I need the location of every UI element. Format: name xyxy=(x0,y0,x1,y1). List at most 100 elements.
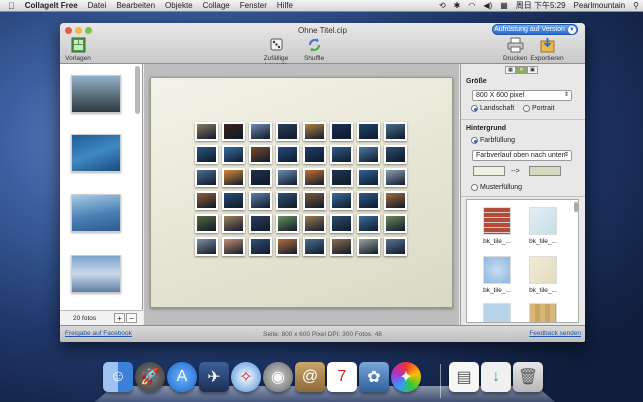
tab-layout-icon[interactable]: ▦ xyxy=(505,66,516,74)
collage-photo[interactable] xyxy=(357,214,380,233)
start-color-well[interactable] xyxy=(473,166,505,176)
app-store-icon[interactable]: A xyxy=(167,362,197,392)
collage-photo[interactable] xyxy=(303,122,326,141)
sidebar-scrollbar[interactable] xyxy=(135,66,140,114)
export-button[interactable]: Exportieren xyxy=(530,37,564,62)
wifi-icon[interactable]: ◠ xyxy=(464,1,479,10)
collage-photo[interactable] xyxy=(222,145,245,164)
collage-photo[interactable] xyxy=(222,214,245,233)
bluetooth-icon[interactable]: ✱ xyxy=(450,1,465,10)
collage-photo[interactable] xyxy=(384,214,407,233)
collage-photo[interactable] xyxy=(195,122,218,141)
collage-photo[interactable] xyxy=(195,168,218,187)
menu-user[interactable]: Pearlmountain xyxy=(570,1,630,10)
collage-photo[interactable] xyxy=(384,145,407,164)
collage-photo[interactable] xyxy=(330,168,353,187)
finder-icon[interactable]: ☺ xyxy=(103,362,133,392)
photo-thumbnail[interactable] xyxy=(71,75,121,113)
collage-photo[interactable] xyxy=(384,191,407,210)
collage-photo[interactable] xyxy=(303,237,326,256)
collage-photo[interactable] xyxy=(303,191,326,210)
mail-icon[interactable]: ✈ xyxy=(199,362,229,392)
collage-photo[interactable] xyxy=(384,168,407,187)
safari-icon[interactable]: ✧ xyxy=(231,362,261,392)
tiles-scrollbar[interactable] xyxy=(574,202,578,212)
spotlight-icon[interactable]: ⚲ xyxy=(629,1,643,10)
menu-bearbeiten[interactable]: Bearbeiten xyxy=(111,1,160,10)
menu-objekte[interactable]: Objekte xyxy=(160,1,198,10)
photo-thumbnail[interactable] xyxy=(71,194,121,232)
parchment-tile[interactable] xyxy=(529,256,557,284)
collage-photo[interactable] xyxy=(195,214,218,233)
menu-clock[interactable]: 周日 下午5:29 xyxy=(512,0,570,11)
remove-photo-button[interactable]: − xyxy=(126,313,137,323)
collage-photo[interactable] xyxy=(249,168,272,187)
input-source-icon[interactable]: ▦ xyxy=(496,1,512,10)
gradient-select[interactable]: Farbverlauf oben nach unten ⇕ xyxy=(472,150,572,161)
collage-photo[interactable] xyxy=(222,168,245,187)
paper-tile[interactable] xyxy=(529,207,557,235)
end-color-well[interactable] xyxy=(529,166,561,176)
collage-photo[interactable] xyxy=(195,145,218,164)
volume-icon[interactable]: ◀) xyxy=(479,1,496,10)
wood-tile[interactable] xyxy=(529,303,557,322)
collage-photo[interactable] xyxy=(222,237,245,256)
photo-thumbnail[interactable] xyxy=(71,255,121,293)
tab-photo-icon[interactable]: ▣ xyxy=(527,66,538,74)
launchpad-icon[interactable]: 🚀 xyxy=(135,362,165,392)
collage-photo[interactable] xyxy=(330,237,353,256)
downloads-stack-icon[interactable]: ↓ xyxy=(481,362,511,392)
landscape-radio[interactable]: Landschaft xyxy=(471,105,514,112)
collage-photo[interactable] xyxy=(357,237,380,256)
tab-background-icon[interactable]: ✕ xyxy=(516,66,527,74)
menu-hilfe[interactable]: Hilfe xyxy=(272,1,298,10)
collage-page[interactable] xyxy=(150,77,453,308)
collage-photo[interactable] xyxy=(303,168,326,187)
collage-photo[interactable] xyxy=(276,145,299,164)
upgrade-button[interactable]: Aufrüstung auf Version ▼ xyxy=(492,24,578,35)
collage-photo[interactable] xyxy=(249,145,272,164)
collage-photo[interactable] xyxy=(195,191,218,210)
collage-photo[interactable] xyxy=(276,191,299,210)
documents-stack-icon[interactable]: ▤ xyxy=(449,362,479,392)
pattern-fill-radio[interactable]: Musterfüllung xyxy=(471,184,522,191)
size-select[interactable]: 800 X 600 pixel ⇕ xyxy=(472,90,572,101)
collage-photo[interactable] xyxy=(249,122,272,141)
collage-photo[interactable] xyxy=(249,214,272,233)
print-button[interactable]: Drucken xyxy=(503,37,527,62)
brick-tile[interactable] xyxy=(483,207,511,235)
contacts-icon[interactable]: @ xyxy=(295,362,325,392)
collage-photo[interactable] xyxy=(249,191,272,210)
collage-photo[interactable] xyxy=(357,191,380,210)
menu-collage[interactable]: Collage xyxy=(198,1,235,10)
collage-photo[interactable] xyxy=(276,237,299,256)
collage-photo[interactable] xyxy=(303,214,326,233)
water-tile[interactable] xyxy=(483,303,511,322)
collage-photo[interactable] xyxy=(276,214,299,233)
feedback-link[interactable]: Feedback senden xyxy=(529,330,581,337)
menu-app-name[interactable]: Collagelt Free xyxy=(20,1,83,10)
portrait-radio[interactable]: Portrait xyxy=(523,105,555,112)
facetime-icon[interactable]: ◉ xyxy=(263,362,293,392)
menu-datei[interactable]: Datei xyxy=(83,1,112,10)
collage-photo[interactable] xyxy=(330,191,353,210)
calendar-icon[interactable]: 7 xyxy=(327,362,357,392)
menu-fenster[interactable]: Fenster xyxy=(235,1,272,10)
collage-photo[interactable] xyxy=(195,237,218,256)
collage-photo[interactable] xyxy=(384,122,407,141)
collage-photo[interactable] xyxy=(330,145,353,164)
collage-photo[interactable] xyxy=(357,122,380,141)
apple-menu-icon[interactable]:  xyxy=(0,1,20,11)
collage-photo[interactable] xyxy=(330,122,353,141)
add-photo-button[interactable]: + xyxy=(114,313,125,323)
fill-radio[interactable]: Farbfüllung xyxy=(471,137,515,144)
iphoto-icon[interactable]: ✿ xyxy=(359,362,389,392)
collage-photo[interactable] xyxy=(303,145,326,164)
collage-photo[interactable] xyxy=(357,168,380,187)
collageit-icon[interactable]: ✦ xyxy=(391,362,421,392)
collage-photo[interactable] xyxy=(330,214,353,233)
collage-photo[interactable] xyxy=(384,237,407,256)
time-machine-icon[interactable]: ⟲ xyxy=(435,1,450,10)
collage-photo[interactable] xyxy=(222,191,245,210)
collage-photo[interactable] xyxy=(222,122,245,141)
